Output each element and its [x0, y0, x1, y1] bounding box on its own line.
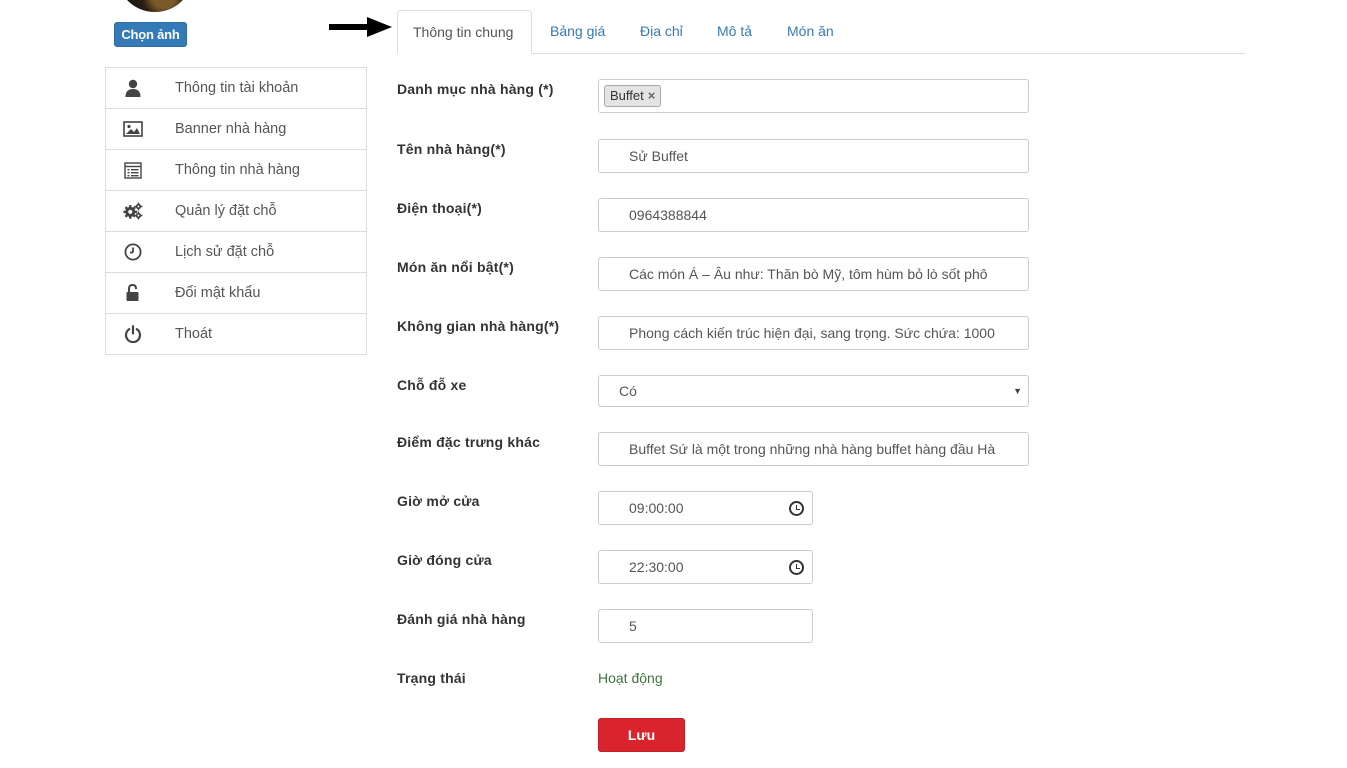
sidebar-item-label: Đổi mật khẩu	[175, 285, 261, 301]
rating-label: Đánh giá nhà hàng	[397, 611, 526, 627]
close-time-value: 22:30:00	[629, 559, 684, 575]
restaurant-name-label: Tên nhà hàng(*)	[397, 141, 506, 157]
sidebar-item-label: Thông tin tài khoản	[175, 80, 299, 96]
featured-dishes-label: Món ăn nổi bật(*)	[397, 259, 514, 275]
sidebar-item-label: Banner nhà hàng	[175, 121, 287, 137]
sidebar-item-restaurant-info[interactable]: Thông tin nhà hàng	[106, 150, 366, 191]
category-label: Danh mục nhà hàng (*)	[397, 81, 554, 97]
sidebar-item-account-info[interactable]: Thông tin tài khoản	[106, 68, 366, 109]
save-button[interactable]: Lưu	[598, 718, 685, 752]
sidebar-item-booking-management[interactable]: Quản lý đặt chỗ	[106, 191, 366, 232]
sidebar-item-booking-history[interactable]: Lịch sử đặt chỗ	[106, 232, 366, 273]
sidebar-item-label: Thông tin nhà hàng	[175, 162, 300, 178]
arrow-right-icon	[329, 17, 392, 37]
phone-label: Điện thoại(*)	[397, 200, 483, 216]
tab-description[interactable]: Mô tả	[717, 10, 752, 54]
cogs-icon	[123, 202, 143, 220]
category-tag-text: Buffet	[610, 88, 644, 103]
restaurant-space-label: Không gian nhà hàng(*)	[397, 318, 560, 334]
avatar	[118, 0, 192, 12]
parking-select[interactable]: Có ▼	[598, 375, 1029, 407]
chevron-down-icon: ▼	[1013, 386, 1022, 396]
category-multiselect[interactable]: Buffet ×	[598, 79, 1029, 113]
close-time-input[interactable]: 22:30:00	[598, 550, 813, 584]
sidebar-item-label: Thoát	[175, 326, 213, 342]
open-time-value: 09:00:00	[629, 500, 684, 516]
phone-input[interactable]: 0964388844	[598, 198, 1029, 232]
restaurant-name-input[interactable]: Sử Buffet	[598, 139, 1029, 173]
tab-address[interactable]: Địa chỉ	[640, 10, 683, 54]
sidebar-item-label: Lịch sử đặt chỗ	[175, 244, 275, 260]
user-icon	[123, 79, 143, 97]
choose-photo-button[interactable]: Chọn ảnh	[114, 22, 187, 47]
open-time-input[interactable]: 09:00:00	[598, 491, 813, 525]
power-icon	[123, 325, 143, 343]
restaurant-space-input[interactable]: Phong cách kiến trúc hiện đại, sang trọn…	[598, 316, 1029, 350]
image-icon	[123, 120, 143, 138]
tab-dishes[interactable]: Món ăn	[787, 10, 834, 54]
sidebar-item-change-password[interactable]: Đổi mật khẩu	[106, 273, 366, 314]
clock-icon[interactable]	[789, 560, 804, 575]
remove-tag-icon[interactable]: ×	[648, 88, 656, 103]
open-time-label: Giờ mở cửa	[397, 493, 480, 509]
sidebar-menu: Thông tin tài khoản Banner nhà hàng Thôn…	[105, 67, 367, 355]
sidebar-item-label: Quản lý đặt chỗ	[175, 203, 277, 219]
close-time-label: Giờ đóng cửa	[397, 552, 492, 568]
tab-general-info[interactable]: Thông tin chung	[397, 10, 532, 54]
status-value: Hoạt động	[598, 670, 663, 686]
category-tag: Buffet ×	[604, 85, 662, 107]
featured-dishes-input[interactable]: Các món Á – Âu như: Thăn bò Mỹ, tôm hùm …	[598, 257, 1029, 291]
tab-price-list[interactable]: Bảng giá	[550, 10, 605, 54]
clock-icon	[123, 243, 143, 261]
parking-selected-value: Có	[619, 383, 637, 399]
unlock-icon	[123, 284, 143, 302]
sidebar-item-banner[interactable]: Banner nhà hàng	[106, 109, 366, 150]
highlights-input[interactable]: Buffet Sứ là một trong những nhà hàng bu…	[598, 432, 1029, 466]
sidebar-item-logout[interactable]: Thoát	[106, 314, 366, 354]
parking-label: Chỗ đỗ xe	[397, 377, 467, 393]
status-label: Trạng thái	[397, 670, 466, 686]
list-alt-icon	[123, 161, 143, 179]
highlights-label: Điểm đặc trưng khác	[397, 434, 541, 450]
clock-icon[interactable]	[789, 501, 804, 516]
rating-input[interactable]: 5	[598, 609, 813, 643]
tab-bar: Thông tin chung Bảng giá Địa chỉ Mô tả M…	[397, 10, 1245, 54]
